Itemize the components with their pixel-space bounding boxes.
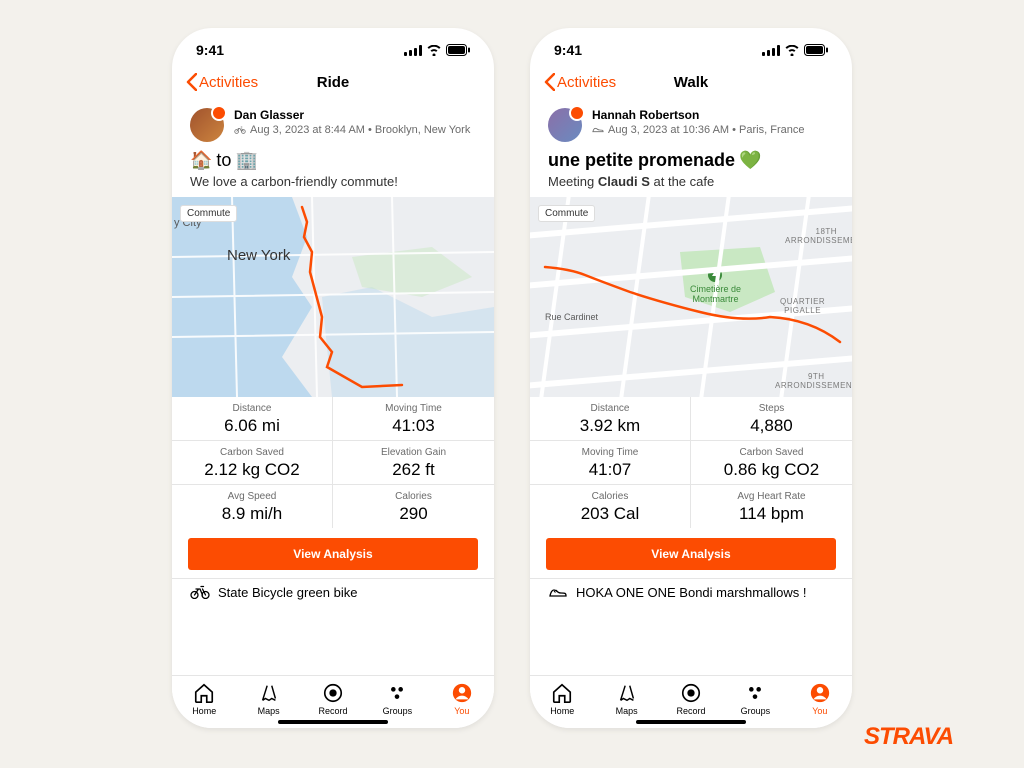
route-map[interactable]: Commute y City New York [172, 197, 494, 397]
tab-maps[interactable]: Maps [594, 682, 658, 716]
stat-moving-time: Moving Time41:03 [333, 397, 494, 441]
tab-home[interactable]: Home [172, 682, 236, 716]
maps-icon [258, 682, 280, 704]
author-meta: Aug 3, 2023 at 10:36 AM • Paris, France [592, 124, 804, 136]
tab-you[interactable]: You [788, 682, 852, 716]
stat-steps: Steps4,880 [691, 397, 852, 441]
avatar[interactable] [548, 108, 582, 142]
status-icons [404, 44, 470, 56]
bike-icon [190, 585, 210, 599]
cellular-icon [404, 45, 422, 56]
bike-icon [234, 126, 246, 134]
shoe-icon [548, 585, 568, 599]
tab-maps[interactable]: Maps [236, 682, 300, 716]
map-badge: Commute [180, 205, 237, 222]
stats-grid: Distance3.92 km Steps4,880 Moving Time41… [530, 397, 852, 528]
map-label-rue: Rue Cardinet [545, 312, 598, 322]
author-name: Dan Glasser [234, 108, 470, 122]
nav-header: Activities Ride [172, 64, 494, 100]
user-icon [451, 682, 473, 704]
gear-row[interactable]: State Bicycle green bike [172, 578, 494, 606]
phone-ride: 9:41 Activities Ride Dan Glasser Aug 3, … [172, 28, 494, 728]
stat-carbon: Carbon Saved2.12 kg CO2 [172, 441, 333, 485]
phone-walk: 9:41 Activities Walk Hannah Robertson Au… [530, 28, 852, 728]
gear-name: State Bicycle green bike [218, 585, 357, 600]
activity-caption: Meeting Claudi S at the cafe [530, 174, 852, 197]
map-label-cemetery: Cimetière de Montmartre [690, 284, 741, 304]
author-meta: Aug 3, 2023 at 8:44 AM • Brooklyn, New Y… [234, 124, 470, 136]
battery-icon [804, 44, 828, 56]
strava-logo: STRAVA [864, 722, 994, 750]
view-analysis-button[interactable]: View Analysis [188, 538, 478, 570]
back-button[interactable]: Activities [544, 73, 616, 91]
back-button[interactable]: Activities [186, 73, 258, 91]
tab-bar: Home Maps Record Groups You [172, 675, 494, 728]
stats-grid: Distance6.06 mi Moving Time41:03 Carbon … [172, 397, 494, 528]
status-bar: 9:41 [172, 28, 494, 64]
map-canvas [172, 197, 494, 397]
route-map[interactable]: Commute 18TH ARRONDISSEMENT 9TH ARRONDIS… [530, 197, 852, 397]
map-label-9th: 9TH ARRONDISSEMENT [775, 372, 852, 390]
tab-you[interactable]: You [430, 682, 494, 716]
status-icons [762, 44, 828, 56]
tab-record[interactable]: Record [659, 682, 723, 716]
tab-groups[interactable]: Groups [723, 682, 787, 716]
groups-icon [744, 682, 766, 704]
back-label: Activities [199, 74, 258, 91]
nav-header: Activities Walk [530, 64, 852, 100]
home-icon [551, 682, 573, 704]
cellular-icon [762, 45, 780, 56]
tab-bar: Home Maps Record Groups You [530, 675, 852, 728]
home-indicator [278, 720, 388, 724]
stat-moving-time: Moving Time41:07 [530, 441, 691, 485]
chevron-left-icon [186, 73, 197, 91]
map-label-pigalle: QUARTIER PIGALLE [780, 297, 825, 315]
status-bar: 9:41 [530, 28, 852, 64]
status-time: 9:41 [196, 42, 224, 58]
activity-title: 🏠 to 🏢 [172, 144, 494, 174]
stat-carbon: Carbon Saved0.86 kg CO2 [691, 441, 852, 485]
home-icon [193, 682, 215, 704]
wifi-icon [426, 45, 442, 56]
map-label-18th: 18TH ARRONDISSEMENT [785, 227, 852, 245]
svg-text:STRAVA: STRAVA [864, 723, 953, 750]
record-icon [322, 682, 344, 704]
author-row[interactable]: Dan Glasser Aug 3, 2023 at 8:44 AM • Bro… [172, 100, 494, 144]
tab-groups[interactable]: Groups [365, 682, 429, 716]
gear-name: HOKA ONE ONE Bondi marshmallows ! [576, 585, 806, 600]
stat-distance: Distance3.92 km [530, 397, 691, 441]
author-name: Hannah Robertson [592, 108, 804, 122]
stat-distance: Distance6.06 mi [172, 397, 333, 441]
record-icon [680, 682, 702, 704]
activity-title: une petite promenade 💚 [530, 144, 852, 174]
activity-caption: We love a carbon-friendly commute! [172, 174, 494, 197]
stat-calories: Calories290 [333, 485, 494, 528]
author-row[interactable]: Hannah Robertson Aug 3, 2023 at 10:36 AM… [530, 100, 852, 144]
shoe-icon [592, 126, 604, 134]
gear-row[interactable]: HOKA ONE ONE Bondi marshmallows ! [530, 578, 852, 606]
status-time: 9:41 [554, 42, 582, 58]
map-label-city: New York [227, 247, 290, 264]
stat-avg-speed: Avg Speed8.9 mi/h [172, 485, 333, 528]
wifi-icon [784, 45, 800, 56]
stat-elevation: Elevation Gain262 ft [333, 441, 494, 485]
user-icon [809, 682, 831, 704]
maps-icon [616, 682, 638, 704]
home-indicator [636, 720, 746, 724]
map-badge: Commute [538, 205, 595, 222]
tab-record[interactable]: Record [301, 682, 365, 716]
tab-home[interactable]: Home [530, 682, 594, 716]
avatar[interactable] [190, 108, 224, 142]
stat-calories: Calories203 Cal [530, 485, 691, 528]
stat-heart-rate: Avg Heart Rate114 bpm [691, 485, 852, 528]
view-analysis-button[interactable]: View Analysis [546, 538, 836, 570]
battery-icon [446, 44, 470, 56]
chevron-left-icon [544, 73, 555, 91]
groups-icon [386, 682, 408, 704]
back-label: Activities [557, 74, 616, 91]
